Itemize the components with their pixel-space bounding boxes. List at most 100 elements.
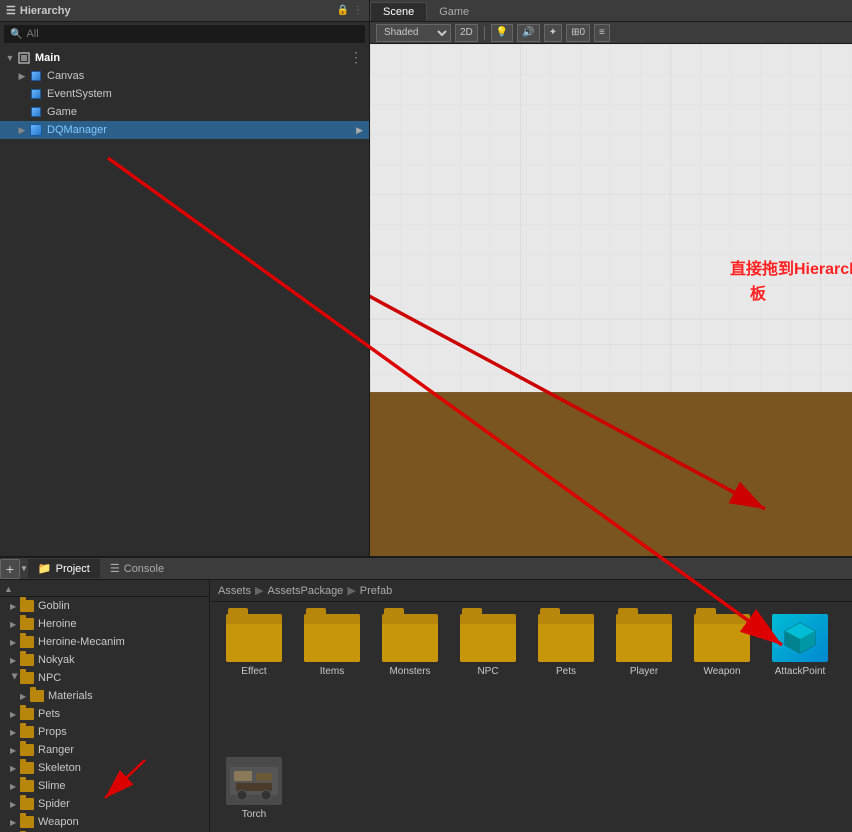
add-button[interactable]: +: [0, 559, 20, 579]
folder-label-nokyak: Nokyak: [38, 654, 75, 666]
folder-label-pets: Pets: [38, 708, 60, 720]
folder-arrow-pets: ▶: [10, 710, 20, 719]
asset-label-weapon: Weapon: [703, 666, 740, 677]
asset-torch[interactable]: Torch: [218, 753, 290, 824]
asset-weapon[interactable]: Weapon: [686, 610, 758, 745]
folder-arrow-skeleton: ▶: [10, 764, 20, 773]
folder-heroine[interactable]: ▶ Heroine: [0, 615, 209, 633]
tree-item-game[interactable]: Game: [0, 103, 369, 121]
fx-button[interactable]: ✦: [544, 24, 562, 42]
tree-label-canvas: Canvas: [47, 70, 365, 82]
folder-label-heroine-mecanim: Heroine-Mecanim: [38, 636, 125, 648]
bottom-content: ▲ ▶ Goblin ▶ Heroine ▶ Heroine-Mecanim ▶: [0, 580, 852, 832]
folder-icon-goblin: [20, 600, 34, 612]
folder-heroine-mecanim[interactable]: ▶ Heroine-Mecanim: [0, 633, 209, 651]
folder-thumb-weapon: [694, 614, 750, 662]
folder-arrow-spider: ▶: [10, 800, 20, 809]
tab-console[interactable]: ☰ Console: [100, 559, 174, 578]
tabs-bar: Scene Game: [370, 0, 852, 22]
folder-arrow-goblin: ▶: [10, 602, 20, 611]
tab-project[interactable]: 📁 Project: [28, 559, 100, 578]
tree-label-main: Main: [35, 52, 347, 64]
folder-pets[interactable]: ▶ Pets: [0, 705, 209, 723]
tree-item-dqmanager[interactable]: ▶ DQManager ▶: [0, 121, 369, 139]
folder-arrow-heroine: ▶: [10, 620, 20, 629]
folder-arrow-nokyak: ▶: [10, 656, 20, 665]
main-options-btn[interactable]: ⋮: [347, 49, 365, 66]
folder-arrow-weapon: ▶: [10, 818, 20, 827]
hierarchy-header: ☰ Hierarchy 🔒 ⋮: [0, 0, 369, 22]
project-tab-icon: 📁: [38, 562, 52, 575]
add-dropdown-arrow[interactable]: ▼: [20, 564, 28, 573]
folder-label-goblin: Goblin: [38, 600, 70, 612]
scene-canvas: 直接拖到Hierarchy面 板: [370, 44, 852, 556]
folder-arrow-ranger: ▶: [10, 746, 20, 755]
folder-nokyak[interactable]: ▶ Nokyak: [0, 651, 209, 669]
breadcrumb-prefab[interactable]: Prefab: [360, 585, 392, 597]
asset-label-pets: Pets: [556, 666, 576, 677]
asset-pets[interactable]: Pets: [530, 610, 602, 745]
folder-weapon[interactable]: ▶ Weapon: [0, 813, 209, 831]
2d-button[interactable]: 2D: [455, 24, 478, 42]
gizmos-button[interactable]: ⊞0: [566, 24, 590, 42]
tree-item-canvas[interactable]: ▶ Canvas: [0, 67, 369, 85]
folder-goblin[interactable]: ▶ Goblin: [0, 597, 209, 615]
folder-icon-heroine-mecanim: [20, 636, 34, 648]
svg-text:板: 板: [750, 284, 767, 303]
asset-attackpoint[interactable]: AttackPoint: [764, 610, 836, 745]
breadcrumb: Assets ▶ AssetsPackage ▶ Prefab: [210, 580, 852, 602]
tree-item-eventsystem[interactable]: EventSystem: [0, 85, 369, 103]
toolbar-sep-1: [484, 26, 485, 40]
asset-npc[interactable]: NPC: [452, 610, 524, 745]
hierarchy-search-input[interactable]: [26, 28, 359, 40]
folder-icon-materials: [30, 690, 44, 702]
prefab-thumb-attackpoint: [772, 614, 828, 662]
asset-label-npc: NPC: [477, 666, 498, 677]
folder-npc[interactable]: ▶ NPC: [0, 669, 209, 687]
folder-label-props: Props: [38, 726, 67, 738]
asset-effect[interactable]: Effect: [218, 610, 290, 745]
folder-spider[interactable]: ▶ Spider: [0, 795, 209, 813]
bottom-area: + ▼ 📁 Project ☰ Console ▲ ▶ Goblin ▶: [0, 556, 852, 832]
menu-icon[interactable]: ⋮: [353, 5, 363, 16]
scene-icon: [16, 50, 32, 66]
tab-game[interactable]: Game: [427, 2, 481, 21]
breadcrumb-assetspkg[interactable]: AssetsPackage: [267, 585, 343, 597]
folder-label-ranger: Ranger: [38, 744, 74, 756]
folder-props[interactable]: ▶ Props: [0, 723, 209, 741]
folder-skeleton[interactable]: ▶ Skeleton: [0, 759, 209, 777]
tree-item-main[interactable]: ▼ Main ⋮: [0, 48, 369, 67]
tree-label-dqmanager: DQManager: [47, 124, 365, 136]
tree-scroll-up[interactable]: ▲: [4, 584, 13, 594]
shading-select[interactable]: Shaded Wireframe: [376, 24, 451, 42]
hierarchy-title: Hierarchy: [20, 5, 71, 17]
asset-label-items: Items: [320, 666, 344, 677]
folder-ranger[interactable]: ▶ Ranger: [0, 741, 209, 759]
expand-arrow-dqmanager: ▶: [16, 125, 28, 136]
folder-label-heroine: Heroine: [38, 618, 77, 630]
light-button[interactable]: 💡: [491, 24, 513, 42]
asset-player[interactable]: Player: [608, 610, 680, 745]
tab-scene[interactable]: Scene: [370, 2, 427, 21]
folder-thumb-effect: [226, 614, 282, 662]
lock-icon[interactable]: 🔒: [337, 5, 349, 16]
folder-slime[interactable]: ▶ Slime: [0, 777, 209, 795]
asset-label-effect: Effect: [241, 666, 266, 677]
asset-items[interactable]: Items: [296, 610, 368, 745]
asset-monsters[interactable]: Monsters: [374, 610, 446, 745]
dqmanager-icon: [28, 122, 44, 138]
scene-toolbar: Shaded Wireframe 2D 💡 🔊 ✦ ⊞0 ≡: [370, 22, 852, 44]
search-icon: 🔍: [10, 29, 22, 40]
folder-icon-pets: [20, 708, 34, 720]
folder-materials[interactable]: ▶ Materials: [0, 687, 209, 705]
folder-arrow-slime: ▶: [10, 782, 20, 791]
folder-label-slime: Slime: [38, 780, 66, 792]
canvas-icon: [28, 68, 44, 84]
more-button[interactable]: ≡: [594, 24, 610, 42]
folder-thumb-player: [616, 614, 672, 662]
game-icon: [28, 104, 44, 120]
svg-text:直接拖到Hierarchy面: 直接拖到Hierarchy面: [730, 259, 852, 278]
asset-label-attackpoint: AttackPoint: [775, 666, 826, 677]
breadcrumb-assets[interactable]: Assets: [218, 585, 251, 597]
audio-button[interactable]: 🔊: [517, 24, 539, 42]
